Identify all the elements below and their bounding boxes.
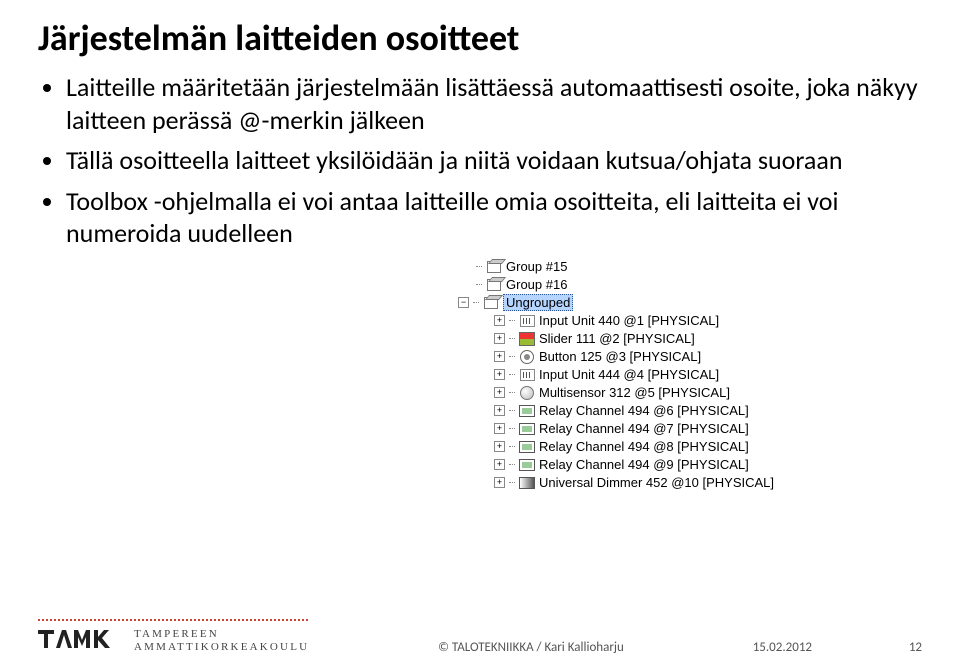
- brand-logo: TAMPEREEN AMMATTIKORKEAKOULU: [38, 628, 309, 656]
- collapse-icon[interactable]: −: [458, 297, 469, 308]
- expand-icon[interactable]: +: [494, 423, 505, 434]
- bullet-item: Tällä osoitteella laitteet yksilöidään j…: [66, 144, 922, 177]
- tree-device-label: Input Unit 444 @4 [PHYSICAL]: [539, 367, 719, 382]
- input-icon: [519, 368, 535, 382]
- expand-icon[interactable]: +: [494, 315, 505, 326]
- expand-icon[interactable]: +: [494, 369, 505, 380]
- bullet-list: Laitteille määritetään järjestelmään lis…: [38, 71, 922, 250]
- tree-connector: [509, 428, 515, 429]
- bullet-item: Toolbox -ohjelmalla ei voi antaa laittei…: [66, 185, 922, 250]
- tree-connector: [509, 320, 515, 321]
- tree-group-label: Group #16: [506, 277, 567, 292]
- brand-line2: AMMATTIKORKEAKOULU: [134, 641, 309, 653]
- tree-connector: [509, 356, 515, 357]
- multi-icon: [519, 386, 535, 400]
- tree-group-row: Group #15: [458, 258, 922, 276]
- tree-group-row: Group #16: [458, 276, 922, 294]
- tree-ungrouped-row[interactable]: − Ungrouped: [458, 294, 922, 312]
- tree-connector: [509, 482, 515, 483]
- tree-device-row[interactable]: + Multisensor 312 @5 [PHYSICAL]: [458, 384, 922, 402]
- expand-icon[interactable]: +: [494, 441, 505, 452]
- relay-icon: [519, 404, 535, 418]
- expand-icon[interactable]: +: [494, 333, 505, 344]
- tree-device-row[interactable]: + Relay Channel 494 @7 [PHYSICAL]: [458, 420, 922, 438]
- tree-connector: [509, 410, 515, 411]
- tree-connector: [473, 302, 479, 303]
- brand-line1: TAMPEREEN: [134, 628, 219, 640]
- relay-icon: [519, 458, 535, 472]
- tree-connector: [509, 374, 515, 375]
- tree-device-row[interactable]: + Universal Dimmer 452 @10 [PHYSICAL]: [458, 474, 922, 492]
- slide: Järjestelmän laitteiden osoitteet Laitte…: [0, 0, 960, 669]
- slider-icon: [519, 332, 535, 346]
- tree-device-label: Relay Channel 494 @9 [PHYSICAL]: [539, 457, 749, 472]
- tree-device-label: Multisensor 312 @5 [PHYSICAL]: [539, 385, 730, 400]
- tree-ungrouped-label[interactable]: Ungrouped: [503, 294, 573, 311]
- tree-device-row[interactable]: + Slider 111 @2 [PHYSICAL]: [458, 330, 922, 348]
- expand-icon[interactable]: +: [494, 405, 505, 416]
- cube-icon: [486, 260, 502, 274]
- brand-text: TAMPEREEN AMMATTIKORKEAKOULU: [134, 628, 309, 656]
- footer-center: © TALOTEKNIIKKA / Kari Kallioharju: [309, 640, 752, 655]
- relay-icon: [519, 422, 535, 436]
- slide-title: Järjestelmän laitteiden osoitteet: [38, 18, 922, 59]
- footer-divider: [38, 619, 308, 621]
- tree-device-row[interactable]: + Input Unit 440 @1 [PHYSICAL]: [458, 312, 922, 330]
- tree-device-row[interactable]: + Relay Channel 494 @8 [PHYSICAL]: [458, 438, 922, 456]
- dim-icon: [519, 476, 535, 490]
- tree-device-row[interactable]: + Relay Channel 494 @9 [PHYSICAL]: [458, 456, 922, 474]
- tree-device-label: Slider 111 @2 [PHYSICAL]: [539, 331, 695, 346]
- tree-device-label: Relay Channel 494 @6 [PHYSICAL]: [539, 403, 749, 418]
- tree-device-row[interactable]: + Button 125 @3 [PHYSICAL]: [458, 348, 922, 366]
- tree-device-label: Relay Channel 494 @7 [PHYSICAL]: [539, 421, 749, 436]
- expand-icon[interactable]: +: [494, 477, 505, 488]
- tamk-logo-icon: [38, 628, 124, 650]
- tree-device-label: Universal Dimmer 452 @10 [PHYSICAL]: [539, 475, 774, 490]
- tree-connector: [509, 392, 515, 393]
- tree-device-row[interactable]: + Relay Channel 494 @6 [PHYSICAL]: [458, 402, 922, 420]
- bullet-item: Laitteille määritetään järjestelmään lis…: [66, 71, 922, 136]
- tree-device-label: Input Unit 440 @1 [PHYSICAL]: [539, 313, 719, 328]
- tree-connector: [476, 266, 482, 267]
- expand-icon[interactable]: +: [494, 351, 505, 362]
- cube-icon: [483, 296, 499, 310]
- expand-icon[interactable]: +: [494, 459, 505, 470]
- tree-connector: [476, 284, 482, 285]
- device-tree: Group #15 Group #16 − Ungrouped + Input U…: [458, 258, 922, 492]
- tree-device-label: Button 125 @3 [PHYSICAL]: [539, 349, 701, 364]
- btn-icon: [519, 350, 535, 364]
- expand-icon[interactable]: +: [494, 387, 505, 398]
- tree-device-row[interactable]: + Input Unit 444 @4 [PHYSICAL]: [458, 366, 922, 384]
- tree-group-label: Group #15: [506, 259, 567, 274]
- input-icon: [519, 314, 535, 328]
- footer-date: 15.02.2012: [753, 640, 812, 655]
- footer-page: 12: [852, 640, 922, 655]
- cube-icon: [486, 278, 502, 292]
- relay-icon: [519, 440, 535, 454]
- tree-connector: [509, 464, 515, 465]
- tree-device-label: Relay Channel 494 @8 [PHYSICAL]: [539, 439, 749, 454]
- tree-connector: [509, 446, 515, 447]
- tree-connector: [509, 338, 515, 339]
- footer: TAMPEREEN AMMATTIKORKEAKOULU © TALOTEKNI…: [38, 628, 922, 656]
